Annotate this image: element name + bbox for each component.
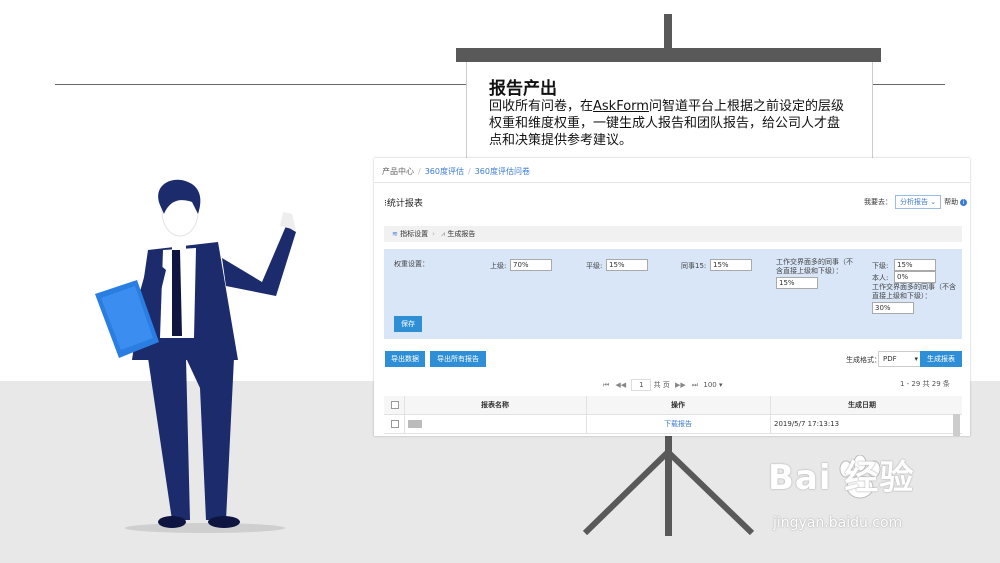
- cross-colleague-2-label: 工作交界面多的同事（不含直接上级和下级）：: [872, 283, 956, 300]
- settings-tabs: ≋ 指标设置 › ⩘ 生成报告: [384, 226, 962, 242]
- export-all-reports-button[interactable]: 导出所有报告: [430, 351, 486, 367]
- generated-date-cell: 2019/5/7 17:13:13: [774, 420, 840, 428]
- lower-weight-input[interactable]: 15%: [894, 259, 936, 271]
- report-app-window: 产品中心/360度评估/360度评估问卷 ⁝统计报表 我要去： 分析报告 ⌄ 帮助 i…: [374, 158, 970, 436]
- goto-bar: 我要去： 分析报告 ⌄ 帮助 i: [864, 195, 968, 209]
- download-report-link[interactable]: 下载报告: [586, 415, 770, 433]
- table-scrollbar[interactable]: [953, 414, 960, 436]
- info-icon[interactable]: i: [960, 199, 968, 206]
- lower-weight-label: 下级:: [872, 262, 889, 270]
- peer-weight-label: 平级:: [586, 262, 603, 270]
- prev-page-icon[interactable]: ◀◀: [615, 381, 626, 389]
- watermark-url: jingyan.baidu.com: [773, 515, 903, 531]
- table-header-row: 报表名称 操作 生成日期: [384, 396, 962, 415]
- first-page-icon[interactable]: ⏮: [603, 381, 609, 390]
- line-chart-icon: ⩘: [441, 230, 446, 238]
- export-data-button[interactable]: 导出数据: [385, 351, 425, 367]
- watermark-brand: Bai 经验: [768, 458, 915, 498]
- self-weight-input[interactable]: 0%: [894, 271, 936, 283]
- header-generated-date: 生成日期: [848, 401, 876, 409]
- format-select[interactable]: PDF ▾: [878, 351, 922, 367]
- upper-weight-input[interactable]: 70%: [510, 259, 552, 271]
- last-page-icon[interactable]: ⏭: [692, 381, 698, 390]
- pagination: ⏮ ◀◀ 1 共 页 ▶▶ ⏭ 100 ▾: [600, 379, 722, 391]
- page-size-select[interactable]: 100: [703, 381, 716, 389]
- total-pages-label: 共 页: [653, 381, 670, 389]
- breadcrumb: 产品中心/360度评估/360度评估问卷: [382, 167, 530, 176]
- goto-select[interactable]: 分析报告 ⌄: [895, 195, 942, 209]
- goto-label: 我要去：: [864, 198, 892, 206]
- breadcrumb-divider: [374, 182, 970, 183]
- row-checkbox[interactable]: [391, 420, 399, 428]
- header-report-name: 报表名称: [481, 401, 509, 409]
- cross-colleague-2-input[interactable]: 30%: [872, 302, 914, 314]
- next-page-icon[interactable]: ▶▶: [675, 381, 686, 389]
- breadcrumb-item-product-center[interactable]: 产品中心: [382, 167, 414, 176]
- colleague-weight-label: 同事15:: [681, 262, 707, 270]
- report-thumbnail: [408, 415, 438, 433]
- caret-down-icon: ▾: [914, 355, 918, 363]
- report-table: 报表名称 操作 生成日期 下载报告 2019/5/7 17:13:13: [384, 396, 962, 434]
- page-title: ⁝统计报表: [384, 199, 423, 209]
- database-icon: ≋: [392, 230, 398, 238]
- save-button[interactable]: 保存: [394, 316, 422, 332]
- tab-generate-report[interactable]: 生成报告: [447, 226, 475, 242]
- cross-colleague-input[interactable]: 15%: [776, 277, 818, 289]
- table-row: 下载报告 2019/5/7 17:13:13: [384, 415, 962, 434]
- help-link[interactable]: 帮助: [944, 198, 958, 206]
- colleague-weight-input[interactable]: 15%: [710, 259, 752, 271]
- blue-folder-icon: [95, 280, 159, 358]
- chevron-right-icon: ›: [432, 230, 435, 238]
- cross-colleague-label: 工作交界面多的同事（不含直接上级和下级）：: [776, 258, 853, 275]
- format-label: 生成格式：: [846, 356, 881, 364]
- breadcrumb-item-360-eval[interactable]: 360度评估: [425, 167, 464, 176]
- upper-weight-label: 上级:: [490, 262, 507, 270]
- header-action: 操作: [671, 401, 685, 409]
- weight-settings-panel: 权重设置： 上级: 70% 平级: 15% 同事15: 15% 工作交界面多的同…: [384, 249, 962, 339]
- caret-down-icon: ▾: [718, 381, 723, 389]
- self-weight-label: 本人:: [872, 274, 889, 282]
- page-input[interactable]: 1: [631, 379, 652, 391]
- weight-settings-label: 权重设置：: [394, 260, 429, 268]
- breadcrumb-item-360-questionnaire[interactable]: 360度评估问卷: [475, 167, 530, 176]
- record-range: 1 - 29 共 29 条: [900, 380, 950, 388]
- generate-report-button[interactable]: 生成报表: [920, 351, 962, 367]
- select-all-checkbox[interactable]: [391, 401, 399, 409]
- peer-weight-input[interactable]: 15%: [606, 259, 648, 271]
- tab-indicator-settings[interactable]: 指标设置: [400, 226, 428, 242]
